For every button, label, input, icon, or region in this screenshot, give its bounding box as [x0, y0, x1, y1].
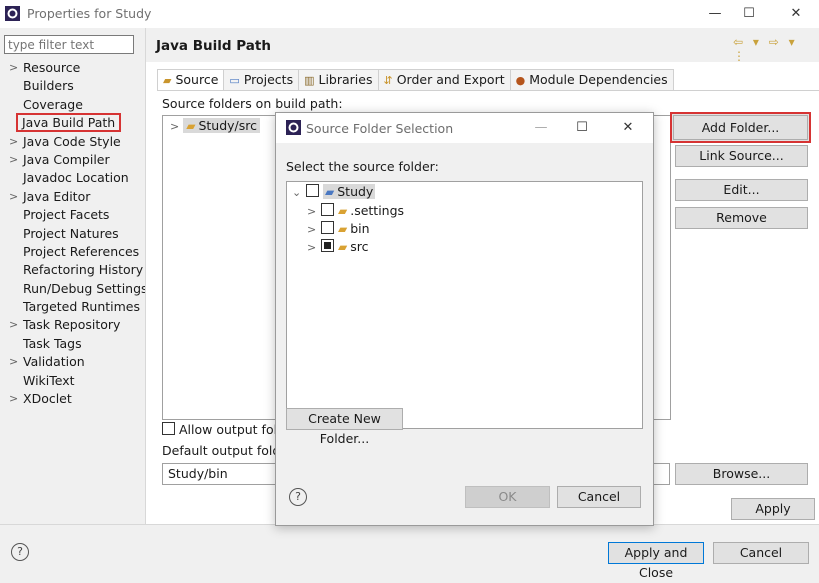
- dialog-cancel-button[interactable]: Cancel: [557, 486, 641, 508]
- checkbox-partial[interactable]: [321, 239, 334, 252]
- minimize-icon: —: [708, 6, 722, 21]
- close-icon: ✕: [622, 120, 634, 135]
- apply-button[interactable]: Apply: [731, 498, 815, 520]
- allow-output-folders-checkbox[interactable]: Allow output fold: [162, 422, 285, 437]
- tab-source[interactable]: ▰ Source: [157, 69, 225, 91]
- tab-libraries[interactable]: ▥ Libraries: [298, 69, 379, 90]
- dialog-prompt: Select the source folder:: [286, 159, 439, 174]
- dialog-minimize-button[interactable]: —: [526, 117, 556, 139]
- libraries-icon: ▥: [304, 74, 315, 87]
- minimize-button[interactable]: —: [700, 3, 730, 25]
- chevron-right-icon[interactable]: >: [9, 151, 18, 169]
- nav-item-java-build-path[interactable]: Java Build Path: [4, 113, 142, 133]
- tab-projects[interactable]: ▭ Projects: [223, 69, 300, 90]
- source-folder-icon: ▰: [186, 119, 196, 133]
- checkbox[interactable]: [321, 221, 334, 234]
- ok-button[interactable]: OK: [465, 486, 550, 508]
- chevron-right-icon[interactable]: >: [307, 221, 321, 239]
- properties-nav-tree: > Resource Builders Coverage Java Build P…: [4, 59, 148, 408]
- dialog-title-bar: Source Folder Selection — ☐ ✕: [276, 113, 653, 143]
- module-icon: ●: [515, 74, 526, 87]
- link-source-button[interactable]: Link Source...: [675, 145, 808, 167]
- help-icon[interactable]: ?: [11, 543, 29, 561]
- close-window-button[interactable]: ✕: [781, 3, 811, 25]
- remove-button[interactable]: Remove: [675, 207, 808, 229]
- nav-item-project-natures[interactable]: Project Natures: [4, 225, 142, 243]
- dialog-maximize-button[interactable]: ☐: [567, 117, 597, 139]
- nav-item-java-code-style[interactable]: > Java Code Style: [4, 133, 142, 151]
- nav-item-targeted-runtimes[interactable]: Targeted Runtimes: [4, 298, 142, 316]
- folder-icon: ▰: [338, 222, 348, 236]
- order-export-icon: ⇵: [383, 74, 393, 87]
- folder-icon: ▰: [338, 204, 348, 218]
- source-folder-item[interactable]: > ▰ Study/src: [170, 118, 260, 133]
- chevron-right-icon[interactable]: >: [170, 120, 179, 133]
- create-new-folder-button[interactable]: Create New Folder...: [286, 408, 403, 446]
- chevron-right-icon[interactable]: >: [9, 59, 18, 77]
- window-title: Properties for Study: [27, 6, 152, 21]
- nav-item-refactoring-history[interactable]: Refactoring History: [4, 261, 143, 279]
- nav-item-xdoclet[interactable]: > XDoclet: [4, 390, 142, 408]
- projects-icon: ▭: [229, 74, 240, 87]
- tree-node-settings[interactable]: > ▰ .settings: [307, 202, 404, 220]
- tab-order-export[interactable]: ⇵ Order and Export: [377, 69, 511, 90]
- chevron-right-icon[interactable]: >: [9, 353, 18, 371]
- dialog-title: Source Folder Selection: [306, 121, 454, 136]
- close-icon: ✕: [790, 6, 802, 21]
- source-folder-selection-dialog: Source Folder Selection — ☐ ✕ Select the…: [275, 112, 654, 526]
- eclipse-app-icon: [5, 6, 20, 21]
- dialog-close-button[interactable]: ✕: [613, 117, 643, 139]
- minimize-icon: —: [534, 120, 548, 135]
- nav-item-task-repository[interactable]: > Task Repository: [4, 316, 142, 334]
- checkbox[interactable]: [162, 422, 175, 435]
- folder-tree[interactable]: ⌄ ▰ Study > ▰ .settings > ▰ bin > ▰ src: [286, 181, 643, 429]
- nav-item-coverage[interactable]: Coverage: [4, 96, 142, 114]
- chevron-right-icon[interactable]: >: [9, 316, 18, 334]
- source-folders-label: Source folders on build path:: [162, 96, 343, 111]
- folder-icon: ▰: [338, 240, 348, 254]
- chevron-right-icon[interactable]: >: [9, 133, 18, 151]
- history-nav-icons[interactable]: ⇦ ▾ ⇨ ▾ ⋮: [733, 35, 819, 63]
- nav-item-run-debug-settings[interactable]: Run/Debug Settings: [4, 280, 148, 298]
- checkbox[interactable]: [321, 203, 334, 216]
- browse-button[interactable]: Browse...: [675, 463, 808, 485]
- default-output-label: Default output folde: [162, 443, 288, 458]
- tab-bar: ▰ Source ▭ Projects ▥ Libraries ⇵ Order and …: [157, 69, 674, 91]
- chevron-right-icon[interactable]: >: [307, 239, 321, 257]
- help-icon[interactable]: ?: [289, 488, 307, 506]
- filter-input[interactable]: [4, 35, 134, 54]
- chevron-right-icon[interactable]: >: [9, 390, 18, 408]
- nav-item-java-editor[interactable]: > Java Editor: [4, 188, 142, 206]
- nav-item-validation[interactable]: > Validation: [4, 353, 142, 371]
- maximize-button[interactable]: ☐: [734, 3, 764, 25]
- nav-item-resource[interactable]: > Resource: [4, 59, 142, 77]
- maximize-icon: ☐: [743, 6, 755, 21]
- tree-node-bin[interactable]: > ▰ bin: [307, 220, 370, 238]
- chevron-right-icon[interactable]: >: [307, 203, 321, 221]
- eclipse-app-icon: [286, 120, 301, 135]
- nav-item-project-references[interactable]: Project References: [4, 243, 142, 261]
- nav-item-javadoc-location[interactable]: Javadoc Location: [4, 169, 142, 187]
- project-folder-icon: ▰: [325, 185, 335, 199]
- add-folder-button[interactable]: Add Folder...: [670, 112, 811, 143]
- checkbox[interactable]: [306, 184, 319, 197]
- tree-node-study[interactable]: ⌄ ▰ Study: [292, 183, 376, 202]
- chevron-down-icon[interactable]: ⌄: [292, 184, 306, 202]
- nav-item-java-compiler[interactable]: > Java Compiler: [4, 151, 142, 169]
- nav-item-wikitext[interactable]: WikiText: [4, 372, 142, 390]
- window-title-bar: Properties for Study — ☐ ✕: [0, 0, 819, 28]
- maximize-icon: ☐: [576, 120, 588, 135]
- nav-item-task-tags[interactable]: Task Tags: [4, 335, 142, 353]
- tab-module-dependencies[interactable]: ● Module Dependencies: [509, 69, 674, 90]
- nav-item-project-facets[interactable]: Project Facets: [4, 206, 142, 224]
- apply-and-close-button[interactable]: Apply and Close: [608, 542, 704, 580]
- nav-item-builders[interactable]: Builders: [4, 77, 142, 95]
- page-title: Java Build Path: [156, 38, 271, 54]
- cancel-button[interactable]: Cancel: [713, 542, 809, 564]
- edit-button[interactable]: Edit...: [675, 179, 808, 201]
- tree-node-src[interactable]: > ▰ src: [307, 238, 368, 256]
- source-folder-icon: ▰: [163, 74, 172, 87]
- chevron-right-icon[interactable]: >: [9, 188, 18, 206]
